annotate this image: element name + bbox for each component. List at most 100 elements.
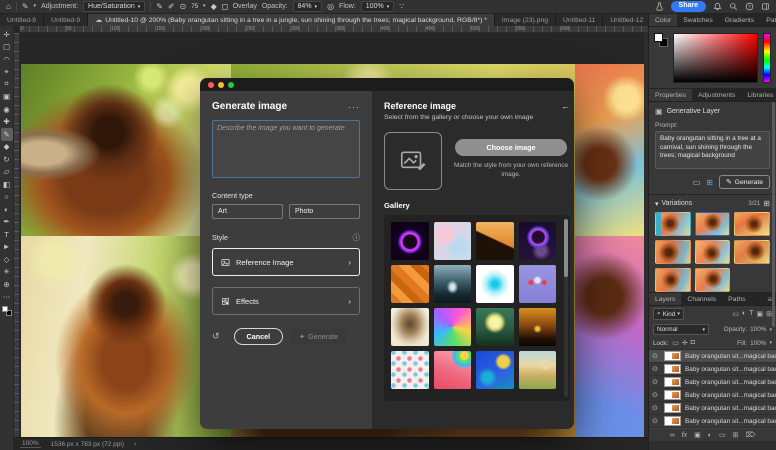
prompt-input[interactable] (212, 120, 360, 178)
layer-visibility-icon[interactable]: ⊙ (652, 391, 660, 399)
gallery-item-building-sketch[interactable] (391, 308, 429, 346)
gallery-item-moonlit-valley[interactable] (476, 308, 514, 346)
variation-thumb-5[interactable] (695, 240, 731, 264)
healing-brush-tool[interactable]: ✚ (1, 116, 13, 129)
maximize-window-button[interactable] (228, 82, 234, 88)
more-tools[interactable]: ⋯ (1, 291, 13, 304)
adjustment-layer-icon[interactable]: ◐ (708, 432, 712, 439)
adjustment-dropdown[interactable]: Hue/Saturation ▾ (83, 1, 145, 12)
pen-tool[interactable]: ✒ (1, 216, 13, 229)
tab-properties[interactable]: Properties (649, 89, 692, 101)
variation-thumb-1[interactable] (655, 212, 691, 236)
variation-thumb-9[interactable] (734, 268, 770, 292)
reference-image-icon[interactable]: ▭ (693, 178, 701, 187)
generate-button-disabled[interactable]: ✦ Generate (291, 329, 346, 345)
gallery-item-desert-airplane-wing[interactable] (476, 222, 514, 260)
chevron-down-icon[interactable]: ▾ (34, 4, 37, 9)
home-icon[interactable]: ⌂ (6, 3, 11, 11)
layer-thumbnail[interactable] (664, 416, 681, 426)
dialog-titlebar[interactable] (200, 78, 574, 91)
status-chevron-icon[interactable]: › (134, 441, 136, 448)
move-tool[interactable]: ✛ (1, 28, 13, 41)
eyedropper-tool[interactable]: ◉ (1, 103, 13, 116)
foreground-color-chip[interactable] (2, 306, 8, 312)
lock-transparent-icon[interactable]: ▭ (672, 339, 679, 347)
new-layer-icon[interactable]: ⊞ (733, 431, 739, 439)
gallery-item-holographic-cube[interactable] (434, 308, 472, 346)
dodge-tool[interactable]: ◐ (1, 203, 13, 216)
content-type-photo[interactable]: Photo (289, 204, 360, 219)
tab-paths[interactable]: Paths (722, 293, 751, 305)
gallery-item-dark-sunset[interactable] (519, 308, 557, 346)
object-selection-tool[interactable]: ⌖ (1, 66, 13, 79)
filter-pixel-icon[interactable]: ▭ (732, 310, 739, 318)
path-selection-tool[interactable]: ► (1, 241, 13, 254)
reset-icon[interactable]: ↺ (212, 331, 220, 342)
filter-type-icon[interactable]: T (749, 310, 753, 318)
tab-image-23[interactable]: Image (23).png (495, 14, 556, 26)
tab-libraries[interactable]: Libraries (741, 89, 776, 101)
blend-mode-dropdown[interactable]: Normal ▾ (653, 324, 709, 335)
effects-icon[interactable]: ⊞ (706, 178, 713, 187)
marquee-tool[interactable]: ▢ (1, 41, 13, 54)
tab-patterns[interactable]: Patterns (760, 14, 776, 26)
close-window-button[interactable] (208, 82, 214, 88)
layer-thumbnail[interactable] (664, 351, 681, 361)
gallery-item-neon-ring-magenta[interactable] (391, 222, 429, 260)
variation-thumb-2[interactable] (695, 212, 731, 236)
overlay-checkbox[interactable] (222, 4, 228, 10)
info-icon[interactable]: ⓘ (353, 232, 361, 243)
brush-tool-icon[interactable]: ✎ (22, 3, 29, 11)
help-icon[interactable]: ? (745, 2, 754, 11)
variation-thumb-4[interactable] (655, 240, 691, 264)
grid-view-icon[interactable]: ⊞ (763, 199, 770, 208)
foreground-color-chip[interactable] (654, 33, 663, 42)
more-options-icon[interactable]: ··· (348, 102, 360, 112)
gallery-item-pink-abstract-rainbow[interactable] (434, 351, 472, 389)
reference-image-style-button[interactable]: Reference Image › (212, 248, 360, 276)
generate-button[interactable]: ✎ Generate (719, 175, 770, 189)
tab-color[interactable]: Color (649, 14, 677, 26)
choose-image-button[interactable]: Choose image (455, 139, 567, 156)
chevron-down-icon[interactable]: ▾ (769, 327, 772, 333)
type-tool[interactable]: T (1, 228, 13, 241)
blur-tool[interactable]: ○ (1, 191, 13, 204)
layer-row-6[interactable]: ⊙ Baby orangutan sit...magical backgroun… (649, 415, 776, 428)
color-field[interactable] (673, 33, 758, 83)
tab-gradients[interactable]: Gradients (719, 14, 760, 26)
gallery-item-neon-ring-portrait[interactable] (519, 222, 557, 260)
history-brush-tool[interactable]: ↻ (1, 153, 13, 166)
effects-style-button[interactable]: Effects › (212, 287, 360, 315)
reference-image-placeholder[interactable] (384, 132, 442, 190)
layer-visibility-icon[interactable]: ⊙ (652, 352, 660, 360)
gallery-item-iceberg-arch[interactable] (434, 265, 472, 303)
collapse-icon[interactable]: ▾ (655, 200, 659, 208)
opacity-value[interactable]: 100% (750, 326, 766, 333)
layer-row-3[interactable]: ⊙ Baby orangutan sit...magical backgroun… (649, 376, 776, 389)
brush-tool[interactable]: ✎ (1, 128, 13, 141)
prompt-text-field[interactable]: Baby orangutan sitting in a tree at a ca… (655, 131, 770, 169)
pressure-icon[interactable]: ◎ (327, 3, 334, 11)
new-group-icon[interactable]: ▭ (719, 431, 726, 439)
brush-mode-icon[interactable]: ✎ (156, 3, 163, 11)
content-type-art[interactable]: Art (212, 204, 283, 219)
layer-thumbnail[interactable] (664, 403, 681, 413)
gallery-scrollbar-thumb[interactable] (564, 219, 568, 277)
variation-thumb-3[interactable] (734, 212, 770, 236)
variation-thumb-7[interactable] (655, 268, 691, 292)
layer-thumbnail[interactable] (664, 364, 681, 374)
layer-row-5[interactable]: ⊙ Baby orangutan sit...magical backgroun… (649, 402, 776, 415)
gallery-item-orange-geometric[interactable] (391, 265, 429, 303)
beaker-icon[interactable] (655, 2, 664, 11)
layer-row-4[interactable]: ⊙ Baby orangutan sit...magical backgroun… (649, 389, 776, 402)
layer-visibility-icon[interactable]: ⊙ (652, 378, 660, 386)
share-button[interactable]: Share (671, 1, 706, 12)
opacity-dropdown[interactable]: 84% ▾ (293, 1, 323, 12)
tab-untitled-8[interactable]: Untitled-8 (0, 14, 44, 26)
workspace-icon[interactable] (761, 2, 770, 11)
gallery-item-figure-with-flags[interactable] (519, 265, 557, 303)
link-layers-icon[interactable]: ∞ (670, 432, 675, 439)
eraser-tool[interactable]: ▱ (1, 166, 13, 179)
hue-slider[interactable] (763, 33, 771, 83)
tab-channels[interactable]: Channels (681, 293, 722, 305)
